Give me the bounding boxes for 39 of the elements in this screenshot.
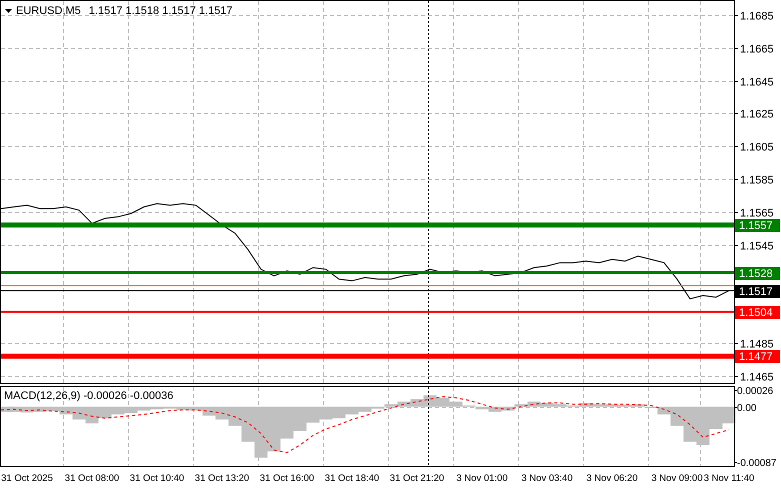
axis-tick-label: 0.00026 bbox=[737, 386, 774, 397]
price-label: 1.1528 bbox=[735, 267, 780, 280]
ref-line-label: 1.1528 bbox=[739, 268, 773, 280]
quote-values: 1.1517 1.1518 1.1517 1.1517 bbox=[88, 5, 233, 17]
time-axis-label: 31 Oct 13:20 bbox=[194, 473, 250, 484]
symbol-label: EURUSD,M5 bbox=[16, 5, 81, 17]
axis-tick-label: 1.1545 bbox=[740, 240, 774, 252]
price-label: 1.1557 bbox=[735, 219, 780, 232]
ref-line-label: 1.1504 bbox=[739, 307, 773, 319]
time-axis-label: 31 Oct 08:00 bbox=[64, 473, 120, 484]
axis-tick-label: 1.1585 bbox=[740, 174, 774, 186]
time-axis-label: 31 Oct 2025 bbox=[1, 473, 53, 484]
ref-line-label: 1.1517 bbox=[739, 286, 773, 298]
price-label: 1.1477 bbox=[735, 350, 780, 363]
axis-tick-label: 1.1685 bbox=[740, 10, 774, 22]
axis-tick-label: 1.1645 bbox=[740, 76, 774, 88]
price-label: 1.1517 bbox=[735, 285, 780, 298]
price-label: 1.1504 bbox=[735, 306, 780, 319]
time-axis-label: 3 Nov 03:40 bbox=[521, 473, 573, 484]
time-axis-label: 3 Nov 11:40 bbox=[704, 473, 754, 484]
ref-line-label: 1.1557 bbox=[739, 220, 773, 232]
time-axis-label: 3 Nov 01:00 bbox=[456, 473, 508, 484]
axis-tick-label: 0.00 bbox=[737, 403, 756, 414]
axis-tick-label: -0.00087 bbox=[737, 458, 776, 469]
time-axis-label: 3 Nov 09:00 bbox=[651, 473, 703, 484]
time-axis-label: 31 Oct 18:40 bbox=[324, 473, 380, 484]
dropdown-triangle-icon[interactable] bbox=[5, 9, 12, 13]
time-axis-label: 31 Oct 10:40 bbox=[130, 473, 184, 484]
axis-tick-label: 1.1625 bbox=[740, 108, 774, 120]
axis-tick-label: 1.1565 bbox=[740, 208, 774, 220]
time-axis-label: 31 Oct 21:20 bbox=[390, 473, 444, 484]
axis-tick-label: 1.1665 bbox=[740, 44, 774, 56]
ref-line-label: 1.1477 bbox=[739, 351, 773, 363]
axis-tick-label: 1.1465 bbox=[740, 372, 774, 384]
axis-tick-label: 1.1485 bbox=[740, 338, 774, 350]
time-axis-label: 3 Nov 06:20 bbox=[586, 473, 638, 484]
time-axis-label: 31 Oct 16:00 bbox=[260, 473, 314, 484]
indicator-title: MACD(12,26,9) -0.00026 -0.00036 bbox=[4, 390, 174, 402]
axis-tick-label: 1.1605 bbox=[740, 142, 774, 154]
